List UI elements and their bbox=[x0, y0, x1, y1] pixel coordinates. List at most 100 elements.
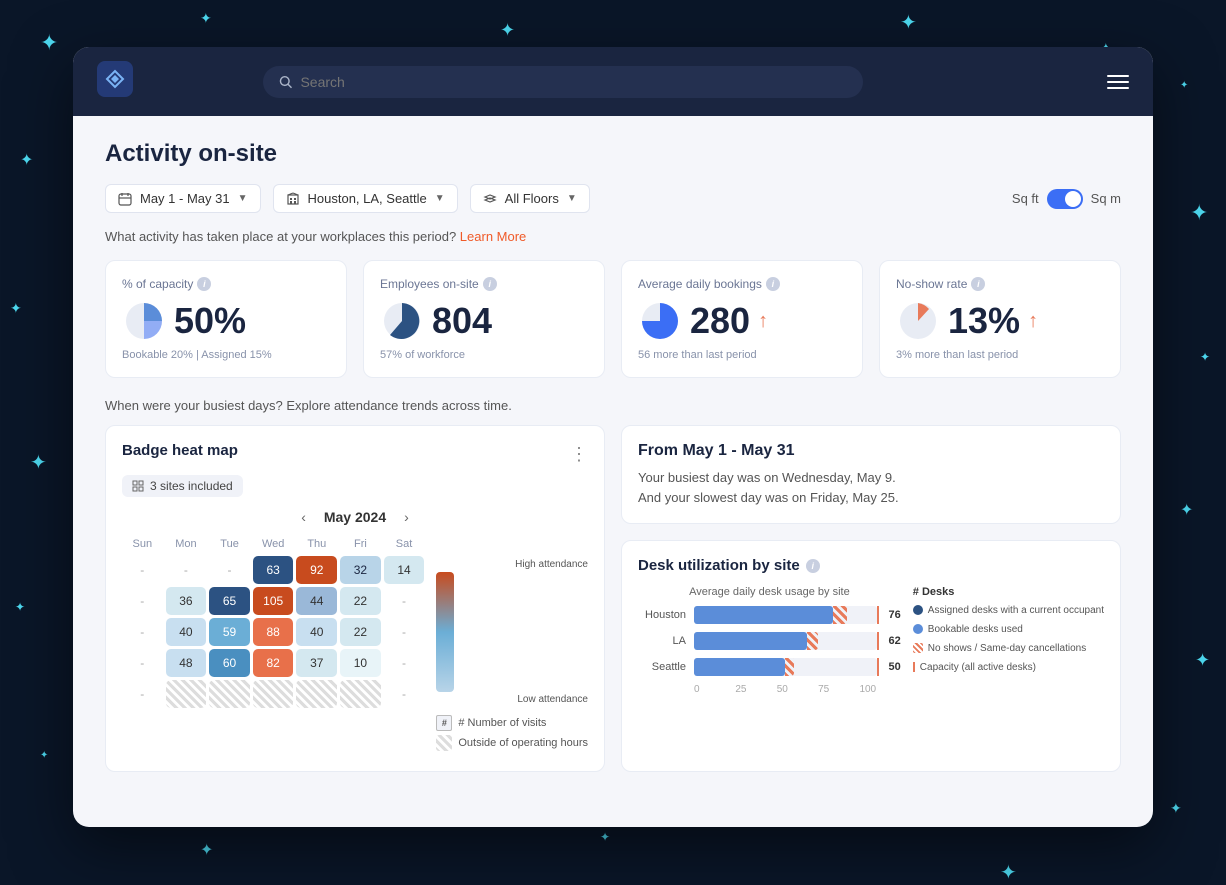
bookings-arrow-icon: ↑ bbox=[758, 310, 768, 333]
bar-chart-title: Average daily desk usage by site bbox=[638, 586, 901, 598]
axis-50: 50 bbox=[777, 684, 818, 695]
legend-bookable: Bookable desks used bbox=[913, 623, 1104, 636]
logo bbox=[97, 61, 133, 102]
houston-capacity-line bbox=[877, 606, 879, 624]
bar-row-houston: Houston 76 bbox=[638, 606, 901, 624]
metric-employees: Employees on-site i 804 57% of workforce bbox=[363, 260, 605, 378]
sq-toggle-switch[interactable] bbox=[1047, 189, 1083, 209]
slowest-day-text: And your slowest day was on Friday, May … bbox=[638, 488, 1104, 508]
location-filter[interactable]: Houston, LA, Seattle ▼ bbox=[273, 184, 458, 213]
legend-bookable-label: Bookable desks used bbox=[928, 623, 1023, 636]
stripe-icon bbox=[436, 735, 452, 751]
cal-day-thu: Thu bbox=[296, 535, 337, 553]
capacity-line-icon bbox=[913, 662, 915, 672]
search-input[interactable] bbox=[300, 74, 847, 90]
date-range-filter[interactable]: May 1 - May 31 ▼ bbox=[105, 184, 261, 213]
cal-day-fri: Fri bbox=[340, 535, 381, 553]
table-row: 32 bbox=[340, 556, 381, 584]
axis-25: 25 bbox=[735, 684, 776, 695]
table-row: 48 bbox=[166, 649, 207, 677]
info-icon-employees: i bbox=[483, 277, 497, 291]
legend-noshow: No shows / Same-day cancellations bbox=[913, 642, 1104, 655]
cal-day-sat: Sat bbox=[384, 535, 425, 553]
table-row bbox=[296, 680, 337, 708]
sites-badge: 3 sites included bbox=[122, 475, 243, 497]
table-row: 44 bbox=[296, 587, 337, 615]
legend-assigned: Assigned desks with a current occupant bbox=[913, 604, 1104, 617]
low-attendance-label: Low attendance bbox=[436, 694, 588, 705]
houston-value: 76 bbox=[889, 609, 901, 621]
table-row: - bbox=[166, 556, 207, 584]
location-arrow-icon: ▼ bbox=[435, 193, 445, 204]
learn-more-link[interactable]: Learn More bbox=[460, 229, 526, 244]
capacity-value: 50% bbox=[174, 300, 246, 342]
date-range-title: From May 1 - May 31 bbox=[638, 442, 1104, 460]
table-row: 88 bbox=[253, 618, 294, 646]
houston-bar-stripe bbox=[833, 606, 848, 624]
employees-sub: 57% of workforce bbox=[380, 349, 588, 361]
capacity-sub: Bookable 20% | Assigned 15% bbox=[122, 349, 330, 361]
la-bar-track bbox=[694, 632, 877, 650]
main-content: Activity on-site May 1 - May 31 ▼ bbox=[73, 116, 1153, 796]
la-value: 62 bbox=[889, 635, 901, 647]
table-row: - bbox=[122, 649, 163, 677]
axis-100: 100 bbox=[859, 684, 900, 695]
table-row: 22 bbox=[340, 618, 381, 646]
capacity-pie bbox=[122, 299, 166, 343]
outside-hours-legend: Outside of operating hours bbox=[436, 735, 588, 751]
floor-filter[interactable]: All Floors ▼ bbox=[470, 184, 590, 213]
legend-capacity-label: Capacity (all active desks) bbox=[920, 661, 1036, 674]
sq-m-label: Sq m bbox=[1091, 191, 1121, 206]
table-row: 65 bbox=[209, 587, 250, 615]
filters-row: May 1 - May 31 ▼ Houston, LA, Seattle ▼ bbox=[105, 184, 1121, 213]
noshow-sub: 3% more than last period bbox=[896, 349, 1104, 361]
table-row: 40 bbox=[166, 618, 207, 646]
hamburger-menu[interactable] bbox=[1107, 75, 1129, 89]
table-row: 40 bbox=[296, 618, 337, 646]
metric-noshow: No-show rate i 13% ↑ 3% more than last p… bbox=[879, 260, 1121, 378]
table-row: - bbox=[384, 587, 425, 615]
building-icon bbox=[286, 192, 300, 206]
floor-arrow-icon: ▼ bbox=[567, 193, 577, 204]
info-text: What activity has taken place at your wo… bbox=[105, 229, 1121, 244]
header bbox=[73, 47, 1153, 116]
right-panel: From May 1 - May 31 Your busiest day was… bbox=[621, 425, 1121, 772]
desk-legend-title: # Desks bbox=[913, 586, 1104, 598]
houston-label: Houston bbox=[638, 609, 686, 621]
metric-capacity-label: % of capacity i bbox=[122, 277, 330, 291]
la-bar-stripe bbox=[807, 632, 818, 650]
cal-day-tue: Tue bbox=[209, 535, 250, 553]
floor-label: All Floors bbox=[505, 191, 559, 206]
info-icon-noshow: i bbox=[971, 277, 985, 291]
location-label: Houston, LA, Seattle bbox=[308, 191, 427, 206]
layers-icon bbox=[483, 192, 497, 206]
sq-toggle: Sq ft Sq m bbox=[1012, 189, 1121, 209]
info-icon-bookings: i bbox=[766, 277, 780, 291]
prev-month-btn[interactable]: ‹ bbox=[295, 507, 312, 527]
sites-label: 3 sites included bbox=[150, 479, 233, 493]
metric-bookings: Average daily bookings i 280 ↑ 56 more t… bbox=[621, 260, 863, 378]
seattle-bar-track bbox=[694, 658, 877, 676]
table-row bbox=[340, 680, 381, 708]
table-row: - bbox=[122, 680, 163, 708]
cal-day-wed: Wed bbox=[253, 535, 294, 553]
attendance-legend: High attendance Low attendance # # Numbe… bbox=[436, 559, 588, 755]
next-month-btn[interactable]: › bbox=[398, 507, 415, 527]
info-icon-capacity: i bbox=[197, 277, 211, 291]
table-row: - bbox=[122, 587, 163, 615]
app-window: Activity on-site May 1 - May 31 ▼ bbox=[73, 47, 1153, 827]
employees-pie bbox=[380, 299, 424, 343]
heatmap-menu-icon[interactable]: ⋮ bbox=[570, 444, 588, 465]
search-bar[interactable] bbox=[263, 66, 863, 98]
desk-util-card: Desk utilization by site i Average daily… bbox=[621, 540, 1121, 772]
bar-row-seattle: Seattle 50 bbox=[638, 658, 901, 676]
cal-day-mon: Mon bbox=[166, 535, 207, 553]
table-row: - bbox=[384, 618, 425, 646]
search-icon bbox=[279, 75, 292, 89]
table-row: 10 bbox=[340, 649, 381, 677]
bookable-dot-icon bbox=[913, 624, 923, 634]
la-bar-fill bbox=[694, 632, 807, 650]
noshow-arrow-icon: ↑ bbox=[1028, 310, 1038, 333]
table-row: 82 bbox=[253, 649, 294, 677]
calendar-nav: ‹ May 2024 › bbox=[122, 507, 588, 527]
